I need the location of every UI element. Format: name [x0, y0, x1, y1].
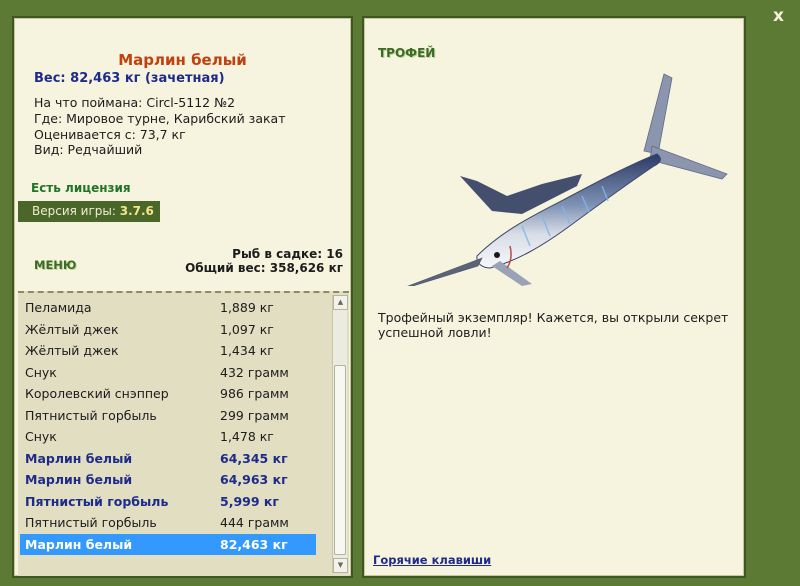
location-info: Где: Мировое турне, Карибский закат	[34, 111, 286, 126]
fish-row-name: Королевский снэппер	[25, 386, 169, 401]
fish-list-row[interactable]: Пеламида 1,889 кг	[20, 297, 316, 318]
marlin-image	[407, 73, 728, 286]
fish-row-weight: 1,478 кг	[220, 429, 274, 444]
close-button[interactable]: x	[773, 5, 784, 27]
fish-row-name: Марлин белый	[25, 450, 133, 466]
fish-row-weight: 64,345 кг	[220, 450, 288, 466]
fish-row-name: Жёлтый джек	[25, 321, 119, 337]
fish-row-name: Снук	[25, 364, 57, 380]
fish-row-name: Жёлтый джек	[25, 343, 119, 358]
fish-list-row[interactable]: Пятнистый горбыль 299 грамм	[20, 405, 316, 426]
fish-row-weight: 5,999 кг	[220, 493, 279, 509]
scroll-up-icon[interactable]: ▲	[333, 295, 348, 310]
fish-list-row[interactable]: Пятнистый горбыль 444 грамм	[20, 512, 316, 533]
scroll-down-icon[interactable]: ▼	[333, 558, 348, 573]
fish-row-name: Пятнистый горбыль	[25, 407, 157, 423]
fish-row-weight: 986 грамм	[220, 386, 289, 401]
fish-list-row[interactable]: Королевский снэппер 986 грамм	[20, 383, 316, 404]
fish-row-weight: 64,963 кг	[220, 472, 288, 487]
trophy-panel: ТРОФЕЙ Трофейный экземпляр! Кажется, вы …	[362, 16, 746, 578]
license-status: Есть лицензия	[31, 181, 131, 195]
fish-row-name: Пятнистый горбыль	[25, 493, 169, 509]
trophy-description: Трофейный экземпляр! Кажется, вы открыли…	[378, 310, 729, 340]
fish-list-row[interactable]: Снук 1,478 кг	[20, 426, 316, 447]
fish-row-weight: 82,463 кг	[220, 536, 288, 552]
fish-row-weight: 444 грамм	[220, 515, 289, 530]
value-info: Оценивается с: 73,7 кг	[34, 127, 186, 142]
bait-info: На что поймана: Circl-5112 №2	[34, 95, 236, 110]
fish-list-row[interactable]: Снук 432 грамм	[20, 362, 316, 383]
fish-weight: Вес: 82,463 кг (зачетная)	[34, 71, 225, 86]
fish-row-name: Марлин белый	[25, 536, 133, 552]
version-number: 3.7.6	[119, 204, 154, 218]
fish-list-row[interactable]: Марлин белый 64,963 кг	[20, 469, 316, 490]
fish-row-weight: 1,097 кг	[220, 321, 274, 337]
fish-list-row[interactable]: Марлин белый 64,345 кг	[20, 448, 316, 469]
fish-list-row[interactable]: Марлин белый 82,463 кг	[20, 533, 316, 555]
fish-title: Марлин белый	[118, 51, 247, 69]
fish-row-weight: 1,434 кг	[220, 343, 274, 358]
total-weight: Общий вес: 358,626 кг	[185, 261, 343, 275]
fish-row-weight: 299 грамм	[220, 407, 289, 423]
fish-list-row[interactable]: Пятнистый горбыль 5,999 кг	[20, 491, 316, 512]
fish-count: Рыб в садке: 16	[232, 247, 343, 261]
catch-stats: Рыб в садке: 16 Общий вес: 358,626 кг	[185, 247, 343, 275]
list-scrollbar[interactable]: ▲ ▼	[332, 295, 348, 573]
game-version-badge: Версия игры: 3.7.6	[18, 201, 160, 222]
fish-row-weight: 432 грамм	[220, 364, 289, 380]
version-label: Версия игры:	[32, 204, 120, 218]
rarity-info: Вид: Редчайший	[34, 142, 143, 157]
fish-row-name: Пеламида	[25, 300, 92, 315]
fish-row-name: Пятнистый горбыль	[25, 515, 157, 530]
menu-button[interactable]: МЕНЮ	[34, 258, 76, 272]
hotkeys-link[interactable]: Горячие клавиши	[373, 553, 491, 567]
fish-row-weight: 1,889 кг	[220, 300, 274, 315]
scroll-thumb[interactable]	[334, 365, 346, 555]
catch-info-panel: Марлин белый Вес: 82,463 кг (зачетная) Н…	[12, 16, 353, 578]
fish-list-row[interactable]: Жёлтый джек 1,434 кг	[20, 340, 316, 361]
fish-list-row[interactable]: Жёлтый джек 1,097 кг	[20, 319, 316, 340]
fish-row-name: Марлин белый	[25, 472, 133, 487]
fish-list: Пеламида 1,889 кг Жёлтый джек 1,097 кг Жёлты…	[18, 291, 349, 576]
fish-row-name: Снук	[25, 429, 57, 444]
